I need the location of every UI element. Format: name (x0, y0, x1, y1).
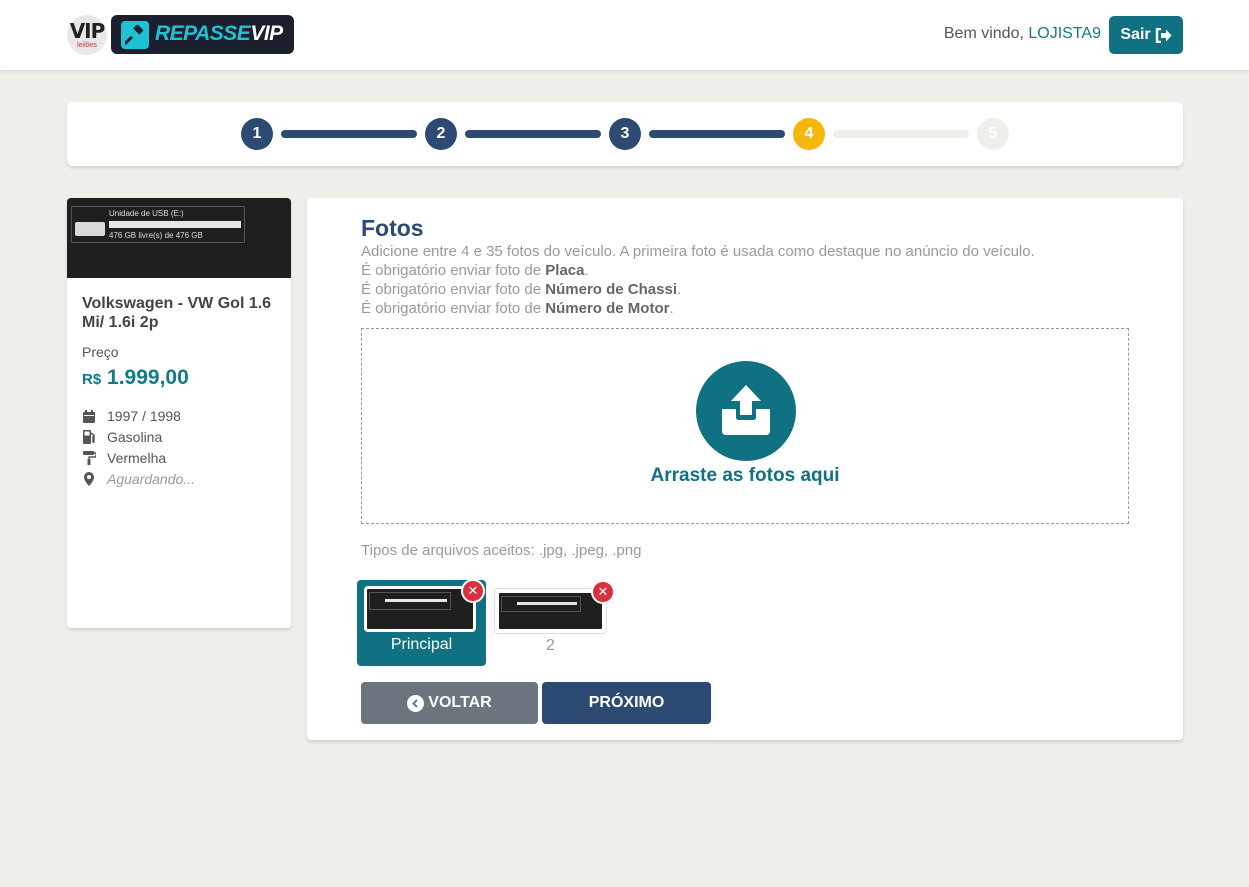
welcome-message: Bem vindo, LOJISTA9 (944, 25, 1101, 43)
spec-fuel: Gasolina (82, 429, 162, 445)
price-value: 1.999,00 (107, 366, 189, 389)
price-currency: R$ (82, 371, 102, 388)
brand-part-b: VIP (250, 22, 283, 45)
drive-title: Unidade de USB (E:) (109, 209, 184, 218)
repasse-vip-wordmark: REPASSEVIP (155, 22, 283, 46)
brand-part-a: REPASSE (155, 22, 251, 45)
spec-fuel-text: Gasolina (107, 429, 163, 445)
step-1[interactable]: 1 (241, 118, 273, 150)
repasse-vip-logo[interactable]: REPASSEVIP (111, 15, 294, 54)
upload-icon (696, 361, 796, 461)
photo-dropzone[interactable]: Arraste as fotos aqui (361, 328, 1129, 524)
price-label: Preço (82, 344, 119, 360)
accepted-file-types: Tipos de arquivos aceitos: .jpg, .jpeg, … (361, 542, 642, 559)
dropzone-text: Arraste as fotos aqui (650, 465, 840, 486)
thumbnail-image (364, 586, 476, 632)
drive-icon (75, 222, 105, 236)
thumbnail-label-main: Principal (390, 636, 453, 653)
step-connector-2 (465, 130, 601, 138)
drive-usage-bar (109, 221, 241, 228)
top-header: VIP leilões REPASSEVIP Bem vindo, LOJIST… (0, 0, 1249, 70)
vip-logo-text: VIP (69, 19, 106, 43)
step-5: 5 (977, 118, 1009, 150)
vip-logo-subtext: leilões (77, 42, 97, 49)
step-connector-3 (649, 130, 785, 138)
vehicle-price: R$ 1.999,00 (82, 366, 189, 390)
chevron-left-icon (407, 694, 425, 712)
step-2[interactable]: 2 (425, 118, 457, 150)
photos-title: Fotos (361, 215, 424, 241)
vehicle-title: Volkswagen - VW Gol 1.6 Mi/ 1.6i 2p (82, 295, 272, 331)
required-item: Número de Chassi (545, 281, 678, 298)
required-prefix: É obrigatório enviar foto de (361, 262, 542, 279)
logout-button[interactable]: Sair (1109, 16, 1183, 54)
drive-screenshot: Unidade de USB (E:) 476 GB livre(s) de 4… (71, 206, 245, 243)
mini-drive-bar (517, 602, 577, 605)
calendar-icon (82, 409, 96, 423)
gas-pump-icon (82, 430, 96, 444)
progress-stepper: 1 2 3 4 5 (67, 102, 1183, 166)
delete-photo-1-button[interactable]: ✕ (461, 579, 485, 603)
welcome-text: Bem vindo, (943, 25, 1024, 42)
back-label: VOLTAR (428, 694, 492, 711)
step-connector-4 (833, 130, 969, 138)
back-button[interactable]: VOLTAR (361, 682, 538, 724)
thumbnail-label-2: 2 (546, 637, 555, 654)
required-engine: É obrigatório enviar foto de Número de M… (361, 300, 674, 317)
photos-panel: Fotos Adicione entre 4 e 35 fotos do veí… (307, 198, 1183, 740)
drive-free-text: 476 GB livre(s) de 476 GB (109, 231, 203, 240)
spec-color-text: Vermelha (107, 450, 167, 466)
step-connector-1 (281, 130, 417, 138)
vip-leiloes-logo[interactable]: VIP leilões (67, 15, 107, 55)
vehicle-photo: Unidade de USB (E:) 476 GB livre(s) de 4… (67, 198, 291, 278)
required-item: Placa (545, 262, 585, 279)
sign-out-icon (1155, 27, 1172, 43)
required-plate: É obrigatório enviar foto de Placa. (361, 262, 589, 279)
required-item: Número de Motor (545, 300, 670, 317)
thumbnail-image (496, 590, 605, 632)
photos-description: Adicione entre 4 e 35 fotos do veículo. … (361, 243, 1035, 260)
delete-photo-2-button[interactable]: ✕ (591, 580, 615, 604)
username-link[interactable]: LOJISTA9 (1028, 25, 1101, 42)
spec-location: Aguardando... (82, 471, 195, 487)
required-prefix: É obrigatório enviar foto de (361, 281, 542, 298)
hammer-icon (121, 21, 149, 49)
mini-drive-bar (385, 599, 447, 602)
spec-year-text: 1997 / 1998 (107, 408, 181, 424)
logout-label: Sair (1120, 26, 1151, 43)
spec-year: 1997 / 1998 (82, 408, 181, 424)
photo-thumbnail-2[interactable] (494, 588, 607, 634)
spec-location-text: Aguardando... (107, 471, 195, 487)
paint-roller-icon (82, 451, 96, 465)
required-prefix: É obrigatório enviar foto de (361, 300, 542, 317)
vehicle-summary-card: Unidade de USB (E:) 476 GB livre(s) de 4… (67, 198, 291, 628)
spec-color: Vermelha (82, 450, 166, 466)
map-marker-icon (82, 472, 96, 486)
step-4-current[interactable]: 4 (793, 118, 825, 150)
required-chassis: É obrigatório enviar foto de Número de C… (361, 281, 682, 298)
next-button[interactable]: PRÓXIMO (542, 682, 711, 724)
step-3[interactable]: 3 (609, 118, 641, 150)
